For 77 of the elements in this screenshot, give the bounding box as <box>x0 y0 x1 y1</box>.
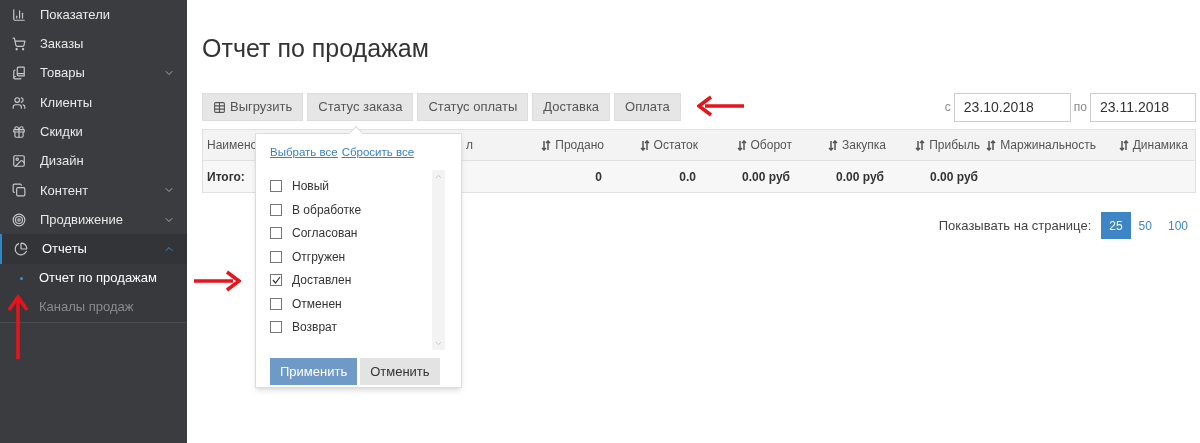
checkbox[interactable] <box>270 297 282 310</box>
date-to-label: по <box>1073 99 1087 116</box>
cancel-button[interactable]: Отменить <box>360 358 440 386</box>
column-header[interactable]: Динамика <box>1118 136 1188 154</box>
annotation-arrow <box>193 270 241 292</box>
toolbar-button[interactable]: Оплата <box>614 93 681 121</box>
copy-icon <box>12 183 26 198</box>
column-header[interactable]: Прибыль <box>915 136 980 154</box>
gift-icon <box>12 124 26 139</box>
date-from-field[interactable]: 23.10.2018 <box>953 92 1071 122</box>
annotation-arrow <box>6 294 30 360</box>
page-title: Отчет по продажам <box>202 33 430 64</box>
sidebar-subitem[interactable]: Отчет по продажам <box>0 263 187 293</box>
toolbar-button[interactable]: Статус заказа <box>307 93 414 121</box>
checkbox[interactable] <box>270 203 282 216</box>
sort-icon <box>828 139 838 151</box>
column-header[interactable]: Оборот <box>736 136 792 154</box>
sidebar-item[interactable]: Товары <box>0 58 187 88</box>
scrollbar[interactable] <box>432 170 445 351</box>
select-all-link[interactable]: Выбрать все <box>270 144 338 162</box>
page-size-label: Показывать на странице: <box>938 216 1092 235</box>
sidebar-item[interactable]: Показатели <box>0 0 187 30</box>
cart-icon <box>12 36 26 51</box>
column-header[interactable]: Закупка <box>828 136 886 154</box>
image-icon <box>12 154 26 169</box>
date-from-label: с <box>944 99 951 116</box>
table-cell-text: 0.00 руб <box>742 168 790 186</box>
status-option[interactable]: В обработке <box>270 197 432 222</box>
column-header[interactable]: Продано <box>541 136 604 154</box>
table-icon <box>213 100 226 114</box>
page-size-option[interactable]: 50 <box>1130 212 1160 239</box>
toolbar-button[interactable]: Статус оплаты <box>417 93 529 121</box>
table-cell-text: 0 <box>595 168 602 186</box>
books-icon <box>12 66 26 81</box>
table-cell-text: 0.00 руб <box>836 168 884 186</box>
check-icon <box>271 276 281 284</box>
sidebar-item[interactable]: Скидки <box>0 117 187 147</box>
target-icon <box>12 212 26 227</box>
checkbox[interactable] <box>270 180 282 192</box>
toolbar-button[interactable]: Выгрузить <box>202 93 304 121</box>
sidebar-item[interactable]: Дизайн <box>0 146 187 176</box>
sidebar-item[interactable]: Клиенты <box>0 87 187 118</box>
checkbox[interactable] <box>270 321 282 333</box>
sort-icon <box>915 139 926 151</box>
reset-all-link[interactable]: Сбросить все <box>341 144 415 162</box>
sidebar-item[interactable]: Контент <box>0 175 187 206</box>
page-size-option[interactable]: 100 <box>1159 212 1196 239</box>
sort-icon <box>986 139 997 151</box>
sidebar-item[interactable]: Отчеты <box>0 234 187 264</box>
status-option[interactable]: Возврат <box>270 315 432 339</box>
bar-chart-icon <box>12 7 26 22</box>
users-icon <box>12 95 26 110</box>
table-cell-text: 0.00 руб <box>930 168 978 186</box>
date-to-field[interactable]: 23.11.2018 <box>1090 92 1196 122</box>
column-header[interactable]: Маржинальность <box>986 136 1096 154</box>
sort-icon <box>639 139 650 151</box>
toolbar-button[interactable]: Доставка <box>532 93 611 121</box>
status-option[interactable]: Новый <box>270 174 432 198</box>
sidebar-item[interactable]: Продвижение <box>0 205 187 235</box>
checkbox[interactable] <box>270 227 282 239</box>
column-header[interactable]: Остаток <box>639 136 698 154</box>
status-option[interactable]: Отменен <box>270 291 432 316</box>
checkbox[interactable] <box>270 250 282 263</box>
pie-chart-icon <box>14 242 28 256</box>
column-header: л <box>466 137 473 154</box>
annotation-arrow <box>697 95 745 117</box>
sort-icon <box>1118 139 1129 151</box>
page-size-option[interactable]: 25 <box>1101 212 1131 239</box>
status-option[interactable]: Доставлен <box>270 268 432 292</box>
sort-icon <box>736 139 747 151</box>
status-option[interactable]: Согласован <box>270 221 432 245</box>
checkbox[interactable] <box>270 274 282 286</box>
sort-icon <box>541 139 552 151</box>
total-label: Итого: <box>207 168 245 186</box>
table-cell-text: 0.0 <box>679 168 696 186</box>
status-option[interactable]: Отгружен <box>270 244 432 269</box>
sidebar-item[interactable]: Заказы <box>0 29 187 59</box>
